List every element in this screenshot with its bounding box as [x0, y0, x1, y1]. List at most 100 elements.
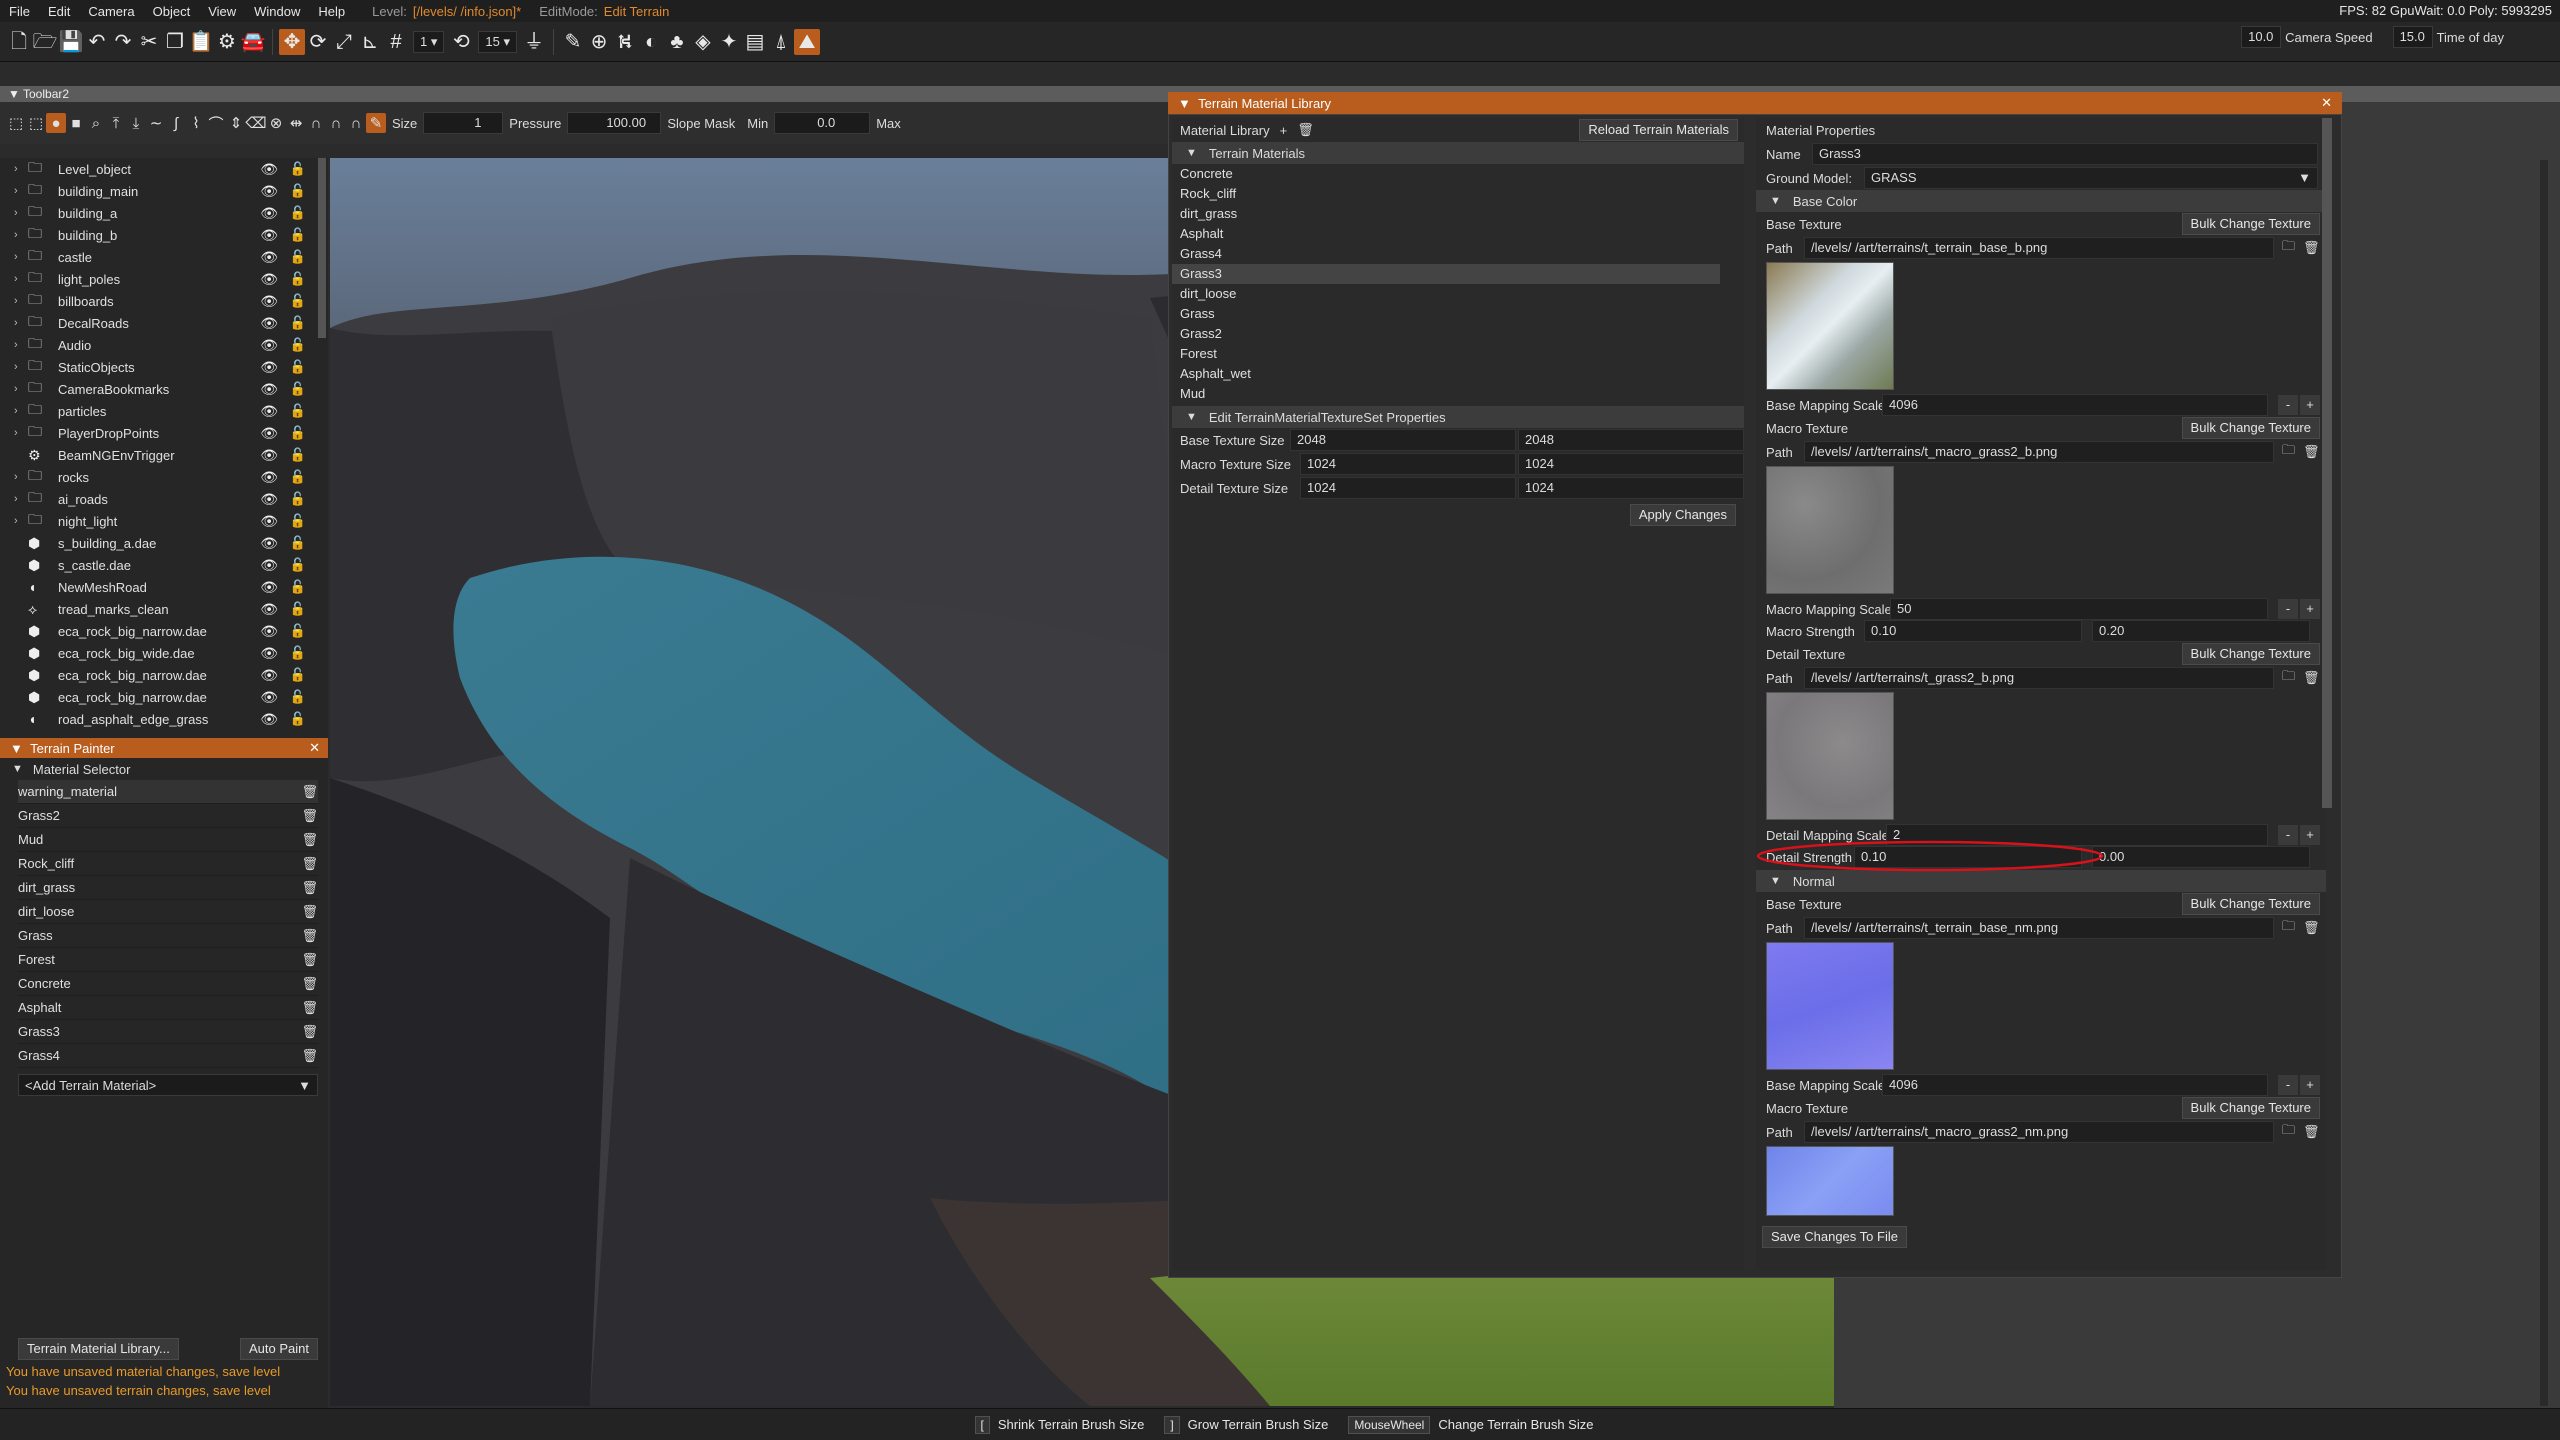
lock-icon[interactable]: 🔓 [290, 557, 306, 573]
settings-gear-icon[interactable]: ⚙ [214, 29, 240, 55]
visibility-eye-icon[interactable]: 👁 [260, 535, 278, 552]
macro-texture-size-b[interactable]: 1024 [1518, 453, 1744, 475]
scene-tree-item[interactable]: › 🗀 rocks 👁 🔓 [0, 466, 328, 488]
visibility-eye-icon[interactable]: 👁 [260, 227, 278, 244]
visibility-eye-icon[interactable]: 👁 [260, 271, 278, 288]
increment-button[interactable]: + [2300, 395, 2320, 415]
close-icon[interactable]: ✕ [2321, 95, 2332, 111]
trash-icon[interactable]: 🗑 [301, 904, 318, 920]
base-texture-path-input[interactable]: /levels/ /art/terrains/t_terrain_base_b.… [1804, 237, 2274, 259]
library-material-item[interactable]: Rock_cliff [1172, 184, 1720, 204]
lock-icon[interactable]: 🔓 [290, 293, 306, 309]
clear-icon[interactable]: ⊗ [266, 113, 286, 133]
normal-base-path-input[interactable]: /levels/ /art/terrains/t_terrain_base_nm… [1804, 917, 2274, 939]
base-texture-thumbnail[interactable] [1766, 262, 1894, 390]
menu-help[interactable]: Help [309, 4, 354, 19]
visibility-eye-icon[interactable]: 👁 [260, 249, 278, 266]
add-terrain-material-dropdown[interactable]: <Add Terrain Material> ▼ [18, 1074, 318, 1096]
detail-strength-b-input[interactable]: 0.00 [2092, 846, 2310, 868]
detail-texture-size-b[interactable]: 1024 [1518, 477, 1744, 499]
expand-arrow-icon[interactable]: › [14, 361, 28, 373]
layers-icon[interactable]: ◈ [690, 29, 716, 55]
visibility-eye-icon[interactable]: 👁 [260, 381, 278, 398]
expand-arrow-icon[interactable]: › [14, 405, 28, 417]
library-material-item[interactable]: Mud [1172, 384, 1720, 404]
brush-size-slider[interactable]: 1 [423, 112, 504, 134]
visibility-eye-icon[interactable]: 👁 [260, 491, 278, 508]
visibility-eye-icon[interactable]: 👁 [260, 645, 278, 662]
painter-material-item[interactable]: Grass4 🗑 [18, 1044, 318, 1068]
folder-icon[interactable]: 🗀 [2282, 441, 2295, 463]
trash-icon[interactable]: 🗑 [301, 1048, 318, 1064]
noise-icon[interactable]: ⌇ [186, 113, 206, 133]
library-material-item[interactable]: dirt_grass [1172, 204, 1720, 224]
forest-icon[interactable]: ♣ [664, 29, 690, 55]
ground-model-dropdown[interactable]: GRASS ▼ [1864, 167, 2318, 189]
normal-macro-path-input[interactable]: /levels/ /art/terrains/t_macro_grass2_nm… [1804, 1121, 2274, 1143]
scene-tree-item[interactable]: › 🗀 building_b 👁 🔓 [0, 224, 328, 246]
detail-texture-path-input[interactable]: /levels/ /art/terrains/t_grass2_b.png [1804, 667, 2274, 689]
macro-texture-thumbnail[interactable] [1766, 466, 1894, 594]
delete-texture-icon[interactable]: 🗑 [2303, 920, 2320, 936]
texset-header[interactable]: ▼ Edit TerrainMaterialTextureSet Properti… [1172, 406, 1744, 428]
macro-mapping-scale-input[interactable]: 50 [1890, 598, 2268, 620]
trash-icon[interactable]: 🗑 [301, 808, 318, 824]
lock-icon[interactable]: 🔓 [290, 711, 306, 727]
scene-tree-item[interactable]: › 🗀 night_light 👁 🔓 [0, 510, 328, 532]
visibility-eye-icon[interactable]: 👁 [260, 601, 278, 618]
menu-view[interactable]: View [199, 4, 245, 19]
visibility-eye-icon[interactable]: 👁 [260, 337, 278, 354]
open-folder-icon[interactable]: 🗁 [32, 29, 58, 55]
magnify-icon[interactable]: ⌕ [86, 113, 106, 133]
scene-tree-item[interactable]: ⚙ BeamNGEnvTrigger 👁 🔓 [0, 444, 328, 466]
lock-icon[interactable]: 🔓 [290, 447, 306, 463]
select-tool-icon[interactable]: ⬚ [6, 113, 26, 133]
scene-tree-item[interactable]: ⬢ eca_rock_big_narrow.dae 👁 🔓 [0, 664, 328, 686]
menu-camera[interactable]: Camera [79, 4, 143, 19]
lock-icon[interactable]: 🔓 [290, 601, 306, 617]
expand-arrow-icon[interactable]: › [14, 493, 28, 505]
pressure-slider[interactable]: 100.00 [567, 112, 662, 134]
decrement-button[interactable]: - [2278, 599, 2298, 619]
painter-material-item[interactable]: Grass2 🗑 [18, 804, 318, 828]
scene-tree-item[interactable]: › 🗀 PlayerDropPoints 👁 🔓 [0, 422, 328, 444]
scene-tree-item[interactable]: › 🗀 building_main 👁 🔓 [0, 180, 328, 202]
undo-icon[interactable]: ↶ [84, 29, 110, 55]
slope-icon[interactable]: ∫ [166, 113, 186, 133]
menu-object[interactable]: Object [144, 4, 200, 19]
folder-icon[interactable]: 🗀 [2282, 237, 2295, 259]
painter-material-item[interactable]: Forest 🗑 [18, 948, 318, 972]
increment-button[interactable]: + [2300, 825, 2320, 845]
scene-tree-item[interactable]: ⟡ tread_marks_clean 👁 🔓 [0, 598, 328, 620]
visibility-eye-icon[interactable]: 👁 [260, 293, 278, 310]
visibility-eye-icon[interactable]: 👁 [260, 183, 278, 200]
macro-strength-b-input[interactable]: 0.20 [2092, 620, 2310, 642]
lock-icon[interactable]: 🔓 [290, 579, 306, 595]
increment-button[interactable]: + [2300, 599, 2320, 619]
decrement-button[interactable]: - [2278, 825, 2298, 845]
base-color-header[interactable]: ▼ Base Color [1756, 190, 2326, 212]
slope-min-slider[interactable]: 0.0 [774, 112, 871, 134]
painter-material-item[interactable]: Rock_cliff 🗑 [18, 852, 318, 876]
detail-texture-thumbnail[interactable] [1766, 692, 1894, 820]
measure-icon[interactable]: ⇹ [286, 113, 306, 133]
delete-texture-icon[interactable]: 🗑 [2303, 1124, 2320, 1140]
trash-icon[interactable]: 🗑 [301, 976, 318, 992]
scale-icon[interactable]: ⤢ [331, 29, 357, 55]
collapse-icon[interactable]: ▼ [1178, 96, 1198, 111]
scene-tree-item[interactable]: › 🗀 StaticObjects 👁 🔓 [0, 356, 328, 378]
scene-tree-item[interactable]: ◖ NewMeshRoad 👁 🔓 [0, 576, 328, 598]
expand-arrow-icon[interactable]: › [14, 207, 28, 219]
visibility-eye-icon[interactable]: 👁 [260, 579, 278, 596]
trash-icon[interactable]: 🗑 [301, 1000, 318, 1016]
scene-tree-item[interactable]: ⬢ eca_rock_big_wide.dae 👁 🔓 [0, 642, 328, 664]
macro-texture-path-input[interactable]: /levels/ /art/terrains/t_macro_grass2_b.… [1804, 441, 2274, 463]
scene-tree-item[interactable]: › 🗀 CameraBookmarks 👁 🔓 [0, 378, 328, 400]
auto-paint-button[interactable]: Auto Paint [240, 1338, 318, 1360]
visibility-eye-icon[interactable]: 👁 [260, 161, 278, 178]
scene-tree-item[interactable]: › 🗀 DecalRoads 👁 🔓 [0, 312, 328, 334]
lock-icon[interactable]: 🔓 [290, 645, 306, 661]
collapse-icon[interactable]: ▼ [10, 741, 30, 756]
scene-tree-item[interactable]: › 🗀 Audio 👁 🔓 [0, 334, 328, 356]
lock-icon[interactable]: 🔓 [290, 535, 306, 551]
